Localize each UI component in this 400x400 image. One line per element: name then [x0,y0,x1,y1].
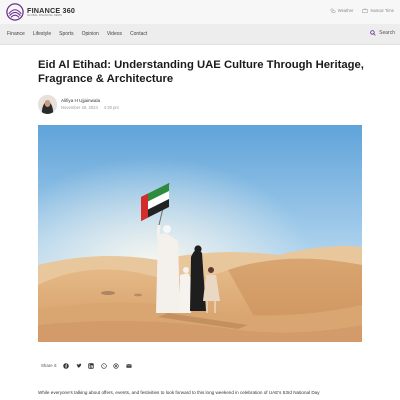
article-body: While everyone's talking about offers, e… [38,390,320,395]
search-icon [370,30,376,36]
email-icon [126,363,132,368]
share-linkedin[interactable] [88,362,95,369]
search-label: Search [379,30,395,36]
facebook-icon [63,362,70,369]
hero-image [38,125,362,342]
weather-label: Weather [337,8,354,13]
site-tagline: GLOBAL FINANCIAL NEWS [27,13,63,17]
share-bar: Share it: [41,362,132,369]
nav-item-videos[interactable]: Videos [107,31,122,37]
nav-item-opinion[interactable]: Opinion [82,31,99,37]
author-avatar[interactable] [38,95,57,114]
publish-time: 4:30 pm [103,105,119,111]
whatsapp-icon [101,362,107,369]
share-twitter[interactable] [75,362,82,369]
nav-item-finance[interactable]: Finance [7,31,25,37]
weather-link[interactable]: Weather [330,8,354,13]
article-headline: Eid Al Etihad: Understanding UAE Culture… [38,59,364,85]
weather-icon [330,8,336,13]
prayer-time-link[interactable]: Namaz Time [362,8,394,13]
linkedin-icon [88,362,95,369]
top-bar: FINANCE 360 GLOBAL FINANCIAL NEWS Weathe… [0,0,400,24]
prayer-time-label: Namaz Time [370,8,394,13]
nav-item-sports[interactable]: Sports [59,31,73,37]
share-label: Share it: [41,363,58,368]
nav-item-contact[interactable]: Contact [130,31,147,37]
author-name[interactable]: Alifiya H Ujjainwala [61,98,125,104]
share-facebook[interactable] [63,362,70,369]
threads-icon [113,362,119,369]
author-block: Alifiya H Ujjainwala November 29, 2024 4:… [38,95,125,114]
share-threads[interactable] [113,362,120,369]
share-whatsapp[interactable] [100,362,107,369]
publish-date: November 29, 2024 [61,105,98,111]
site-name: FINANCE 360 [27,5,76,15]
twitter-icon [76,363,82,368]
site-logo[interactable]: FINANCE 360 GLOBAL FINANCIAL NEWS [6,3,75,21]
share-email[interactable] [125,362,132,369]
logo-icon [6,3,24,21]
nav-item-lifestyle[interactable]: Lifestyle [33,31,51,37]
search-button[interactable]: Search [370,30,395,36]
main-nav: Finance Lifestyle Sports Opinion Videos … [0,24,400,45]
prayer-icon [362,8,369,13]
